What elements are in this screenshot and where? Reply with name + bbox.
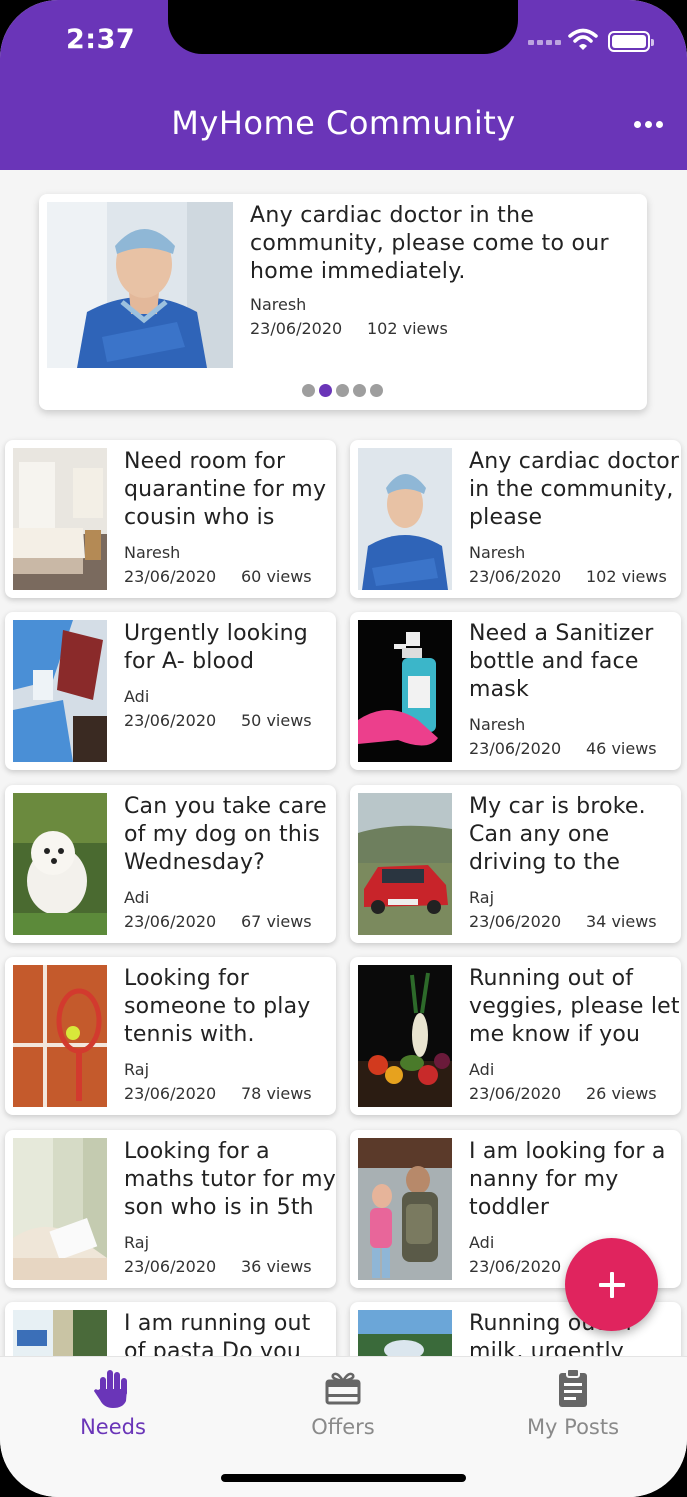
post-title: Looking for someone to play tennis with. <box>124 966 311 1047</box>
post-card[interactable]: Can you take care of my dog on this Wedn… <box>5 785 336 943</box>
post-card[interactable]: Urgently looking for A- blood Adi 23/06/20… <box>5 612 336 770</box>
status-time: 2:37 <box>66 24 136 55</box>
red-car-photo <box>358 793 452 935</box>
gift-icon <box>325 1372 361 1405</box>
carousel-dot-active[interactable] <box>319 384 332 397</box>
app-title: MyHome Community <box>171 104 516 142</box>
wifi-icon <box>568 28 598 50</box>
tutor-photo <box>13 1138 107 1280</box>
post-date: 23/06/2020 <box>469 1257 562 1276</box>
post-views: 60 views <box>241 567 312 586</box>
post-date: 23/06/2020 <box>124 711 217 730</box>
post-author: Naresh <box>469 715 526 734</box>
post-title: Any cardiac doctor in the community, ple… <box>469 449 680 530</box>
post-author: Adi <box>469 1233 495 1252</box>
status-icons <box>528 28 658 54</box>
carousel-dot[interactable] <box>302 384 315 397</box>
tab-offers[interactable]: Offers <box>263 1367 423 1439</box>
post-author: Raj <box>124 1233 150 1252</box>
post-card[interactable]: Running out of veggies, please let me kn… <box>350 957 681 1115</box>
post-card[interactable]: Looking for someone to play tennis with.… <box>5 957 336 1115</box>
blood-bag-photo <box>13 620 107 762</box>
post-views: 34 views <box>586 912 657 931</box>
post-title: Need a Sanitizer bottle and face mask <box>469 621 654 702</box>
carousel-indicator <box>302 384 383 397</box>
post-card[interactable]: My car is broke. Can any one driving to … <box>350 785 681 943</box>
tab-needs[interactable]: Needs <box>33 1367 193 1439</box>
post-date: 23/06/2020 <box>124 1084 217 1103</box>
app-header: 2:37 MyHome Community <box>0 0 687 170</box>
post-title: Looking for a maths tutor for my son who… <box>124 1139 336 1220</box>
post-views: 46 views <box>586 739 657 758</box>
tab-label: My Posts <box>526 1415 620 1439</box>
vegetables-photo <box>358 965 452 1107</box>
post-views: 102 views <box>586 567 667 586</box>
post-author: Adi <box>124 687 150 706</box>
hand-icon <box>94 1370 127 1408</box>
post-card[interactable]: Need a Sanitizer bottle and face mask Nar… <box>350 612 681 770</box>
carousel-dot[interactable] <box>353 384 366 397</box>
post-date: 23/06/2020 <box>469 567 562 586</box>
post-date: 23/06/2020 <box>469 739 562 758</box>
post-card[interactable]: Need room for quarantine for my cousin w… <box>5 440 336 598</box>
post-author: Adi <box>124 888 150 907</box>
post-title: Can you take care of my dog on this Wedn… <box>124 794 327 875</box>
bedroom-photo <box>13 448 107 590</box>
post-views: 50 views <box>241 711 312 730</box>
app-screen: 2:37 MyHome Community Any cardiac doctor… <box>0 0 687 1497</box>
carousel-dot[interactable] <box>370 384 383 397</box>
battery-icon <box>608 31 654 52</box>
post-views: 67 views <box>241 912 312 931</box>
post-title: Need room for quarantine for my cousin w… <box>124 449 327 530</box>
post-views: 78 views <box>241 1084 312 1103</box>
signal-icon <box>528 40 561 45</box>
post-date: 23/06/2020 <box>124 912 217 931</box>
post-date: 23/06/2020 <box>124 567 217 586</box>
featured-post-card[interactable]: Any cardiac doctor in the community, ple… <box>39 194 647 410</box>
carousel-dot[interactable] <box>336 384 349 397</box>
post-author: Adi <box>469 1060 495 1079</box>
more-options-icon[interactable] <box>628 112 668 136</box>
post-date: 23/06/2020 <box>469 912 562 931</box>
post-date: 23/06/2020 <box>469 1084 562 1103</box>
post-title: Running out of veggies, please let me kn… <box>469 966 680 1047</box>
post-date: 23/06/2020 <box>124 1257 217 1276</box>
post-title: I am looking for a nanny for my toddler <box>469 1139 666 1220</box>
post-title: Urgently looking for A- blood <box>124 621 308 674</box>
doctor-photo <box>47 202 233 368</box>
post-title: My car is broke. Can any one driving to … <box>469 794 646 875</box>
plus-icon <box>598 1271 625 1298</box>
post-views: 36 views <box>241 1257 312 1276</box>
tab-label: Offers <box>311 1415 375 1439</box>
tennis-racket-photo <box>13 965 107 1107</box>
post-views: 26 views <box>586 1084 657 1103</box>
home-indicator <box>221 1474 466 1482</box>
post-author: Naresh <box>124 543 181 562</box>
tab-label: Needs <box>80 1415 146 1439</box>
sanitizer-photo <box>358 620 452 762</box>
featured-title: Any cardiac doctor in the community, ple… <box>250 203 609 284</box>
clipboard-icon <box>559 1368 587 1407</box>
tab-my-posts[interactable]: My Posts <box>493 1367 653 1439</box>
device-notch <box>168 0 518 54</box>
featured-views: 102 views <box>367 319 448 338</box>
nanny-photo <box>358 1138 452 1280</box>
post-author: Naresh <box>469 543 526 562</box>
post-card[interactable]: Any cardiac doctor in the community, ple… <box>350 440 681 598</box>
post-author: Raj <box>469 888 495 907</box>
featured-author: Naresh <box>250 295 307 314</box>
dog-photo <box>13 793 107 935</box>
post-card[interactable]: Looking for a maths tutor for my son who… <box>5 1130 336 1288</box>
add-post-button[interactable] <box>565 1238 658 1331</box>
featured-date: 23/06/2020 <box>250 319 343 338</box>
post-author: Raj <box>124 1060 150 1079</box>
doctor-photo <box>358 448 452 590</box>
